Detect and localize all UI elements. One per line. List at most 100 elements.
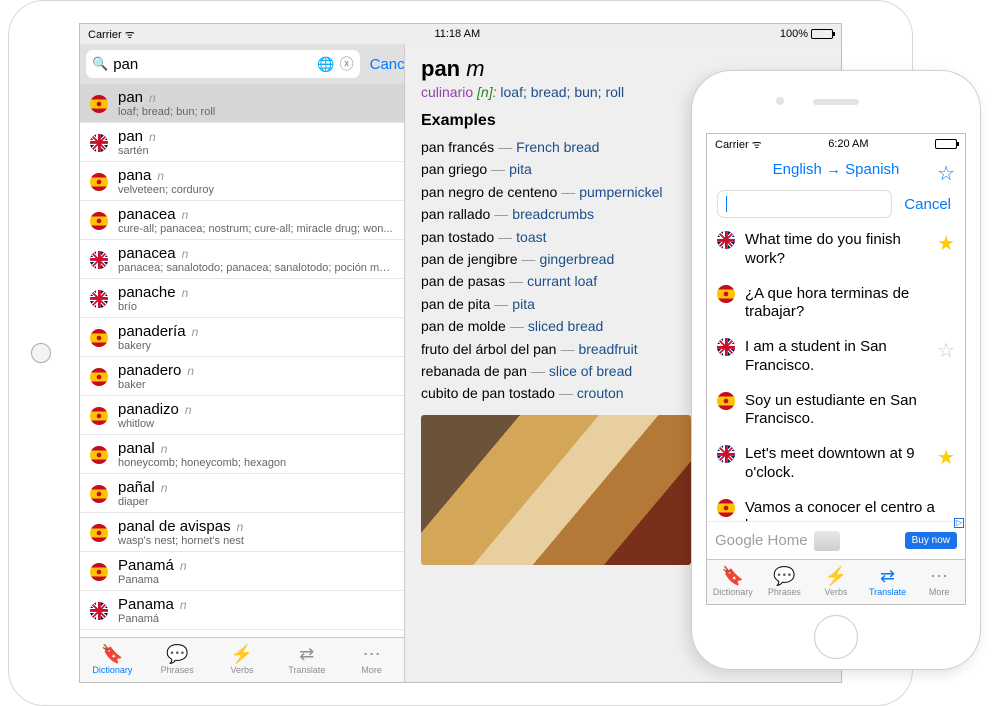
list-pos: n (182, 286, 189, 300)
list-word: panadería (118, 323, 186, 340)
example-translation: crouton (577, 385, 624, 401)
list-pos: n (149, 91, 156, 105)
headword-pos: m (466, 56, 484, 81)
list-item[interactable]: panal de avispas n wasp's nest; hornet's… (80, 513, 404, 552)
dash-separator: — (509, 273, 523, 289)
example-translation: pita (512, 296, 535, 312)
ad-banner[interactable]: Google Home Buy now ▷ (707, 521, 965, 559)
example-source: rebanada de pan (421, 363, 527, 379)
tab-more[interactable]: ⋯More (339, 638, 404, 682)
list-item[interactable]: pan n loaf; bread; bun; roll (80, 84, 404, 123)
tab-phrases[interactable]: 💬 Phrases (145, 638, 210, 682)
list-item-text: panacea n cure-all; panacea; nostrum; cu… (118, 206, 394, 235)
list-word: panadizo (118, 401, 179, 418)
list-item[interactable]: panadizo n whitlow (80, 396, 404, 435)
tab-dictionary[interactable]: 🔖Dictionary (80, 638, 145, 682)
favorite-icon[interactable]: ☆ (937, 161, 955, 186)
example-source: pan negro de centeno (421, 184, 557, 200)
tab-translate[interactable]: ⇄Translate (862, 560, 914, 604)
spain-flag-icon (90, 329, 108, 347)
phrase-item[interactable]: I am a student in San Francisco.☆ (707, 330, 965, 384)
tab-label: Phrases (161, 665, 194, 675)
iphone-home-button[interactable] (814, 615, 858, 659)
list-item[interactable]: panadero n baker (80, 357, 404, 396)
list-pos: n (185, 403, 192, 417)
cancel-button[interactable]: Cancel (900, 196, 955, 213)
list-def: diaper (118, 496, 394, 508)
phrase-item[interactable]: Let's meet downtown at 9 o'clock.★ (707, 437, 965, 491)
list-item[interactable]: panal n honeycomb; honeycomb; hexagon (80, 435, 404, 474)
list-def: honeycomb; honeycomb; hexagon (118, 457, 394, 469)
spain-flag-icon (90, 212, 108, 230)
star-icon[interactable]: ★ (937, 445, 955, 470)
list-word: pan (118, 128, 143, 145)
tab-verbs[interactable]: ⚡Verbs (210, 638, 275, 682)
spain-flag-icon (717, 285, 735, 303)
clear-icon[interactable]: ⓧ (340, 54, 354, 74)
tab-translate[interactable]: ⇄ Translate (274, 638, 339, 682)
list-item-text: pan n sartén (118, 128, 394, 157)
language-header[interactable]: English → Spanish ☆ (707, 154, 965, 185)
phrases-icon: 💬 (166, 645, 188, 663)
list-item[interactable]: pana n velveteen; corduroy (80, 162, 404, 201)
tab-label: Translate (288, 665, 325, 675)
list-item[interactable]: pan n sartén (80, 123, 404, 162)
search-input[interactable] (113, 56, 312, 73)
list-item[interactable]: pañal n diaper (80, 474, 404, 513)
phrase-item[interactable]: What time do you finish work? ★ (707, 223, 965, 277)
tab-dictionary[interactable]: 🔖Dictionary (707, 560, 759, 604)
translate-icon: ⇄ (299, 645, 314, 663)
uk-flag-icon (90, 602, 108, 620)
iphone-frame: Carrier ᯤ 6:20 AM English → Spanish ☆ Ca… (691, 70, 981, 670)
wifi-icon: ᯤ (125, 29, 135, 41)
tab-more[interactable]: ⋯More (913, 560, 965, 604)
star-icon[interactable]: ☆ (937, 338, 955, 363)
list-item[interactable]: Panamanian a, n panameño; panameño; pana… (80, 630, 404, 637)
list-def: loaf; bread; bun; roll (118, 106, 394, 118)
spain-flag-icon (90, 95, 108, 113)
tab-verbs[interactable]: ⚡Verbs (810, 560, 862, 604)
phone-search-field[interactable] (717, 190, 892, 218)
list-pos: n (180, 598, 187, 612)
search-field[interactable]: 🔍 🌐 ⓧ (86, 50, 360, 78)
star-icon[interactable]: ★ (937, 231, 955, 256)
list-item[interactable]: panacea n cure-all; panacea; nostrum; cu… (80, 201, 404, 240)
list-item[interactable]: panache n brío (80, 279, 404, 318)
phrase-list[interactable]: What time do you finish work? ★ ¿A que ho… (707, 223, 965, 521)
iphone-status-bar: Carrier ᯤ 6:20 AM (707, 134, 965, 154)
phrase-item[interactable]: ¿A que hora terminas de trabajar? (707, 277, 965, 331)
list-item[interactable]: Panamá n Panama (80, 552, 404, 591)
tab-label: Verbs (824, 587, 847, 597)
dash-separator: — (510, 318, 524, 334)
ad-info-icon[interactable]: ▷ (954, 518, 964, 528)
spain-flag-icon (717, 392, 735, 410)
list-item[interactable]: Panama n Panamá (80, 591, 404, 630)
globe-icon[interactable]: 🌐 (317, 56, 334, 73)
results-list[interactable]: pan n loaf; bread; bun; roll pan n sarté… (80, 84, 404, 637)
uk-flag-icon (717, 231, 735, 249)
dash-separator: — (494, 296, 508, 312)
search-pane: 🔍 🌐 ⓧ Cancel pan n loaf; bread; bun; rol… (80, 44, 405, 682)
list-pos: n (161, 442, 168, 456)
example-source: pan de pita (421, 296, 490, 312)
phrase-text: What time do you finish work? (745, 231, 927, 269)
tab-label: Verbs (230, 665, 253, 675)
list-item-text: panache n brío (118, 284, 394, 313)
tab-phrases[interactable]: 💬Phrases (759, 560, 811, 604)
ad-cta-button[interactable]: Buy now (905, 532, 957, 549)
example-translation: breadfruit (578, 341, 637, 357)
dash-separator: — (491, 161, 505, 177)
list-def: baker (118, 379, 394, 391)
list-item[interactable]: panadería n bakery (80, 318, 404, 357)
dash-separator: — (494, 206, 508, 222)
uk-flag-icon (90, 251, 108, 269)
phrase-item[interactable]: Vamos a conocer el centro a las nueve. (707, 491, 965, 522)
phrase-item[interactable]: Soy un estudiante en San Francisco. (707, 384, 965, 438)
list-item-text: panal de avispas n wasp's nest; hornet's… (118, 518, 394, 547)
example-source: fruto del árbol del pan (421, 341, 556, 357)
list-item-text: Panama n Panamá (118, 596, 394, 625)
list-item[interactable]: panacea n panacea; sanalotodo; panacea; … (80, 240, 404, 279)
translate-icon: ⇄ (880, 567, 895, 585)
ipad-home-button[interactable] (31, 343, 51, 363)
phrases-icon: 💬 (773, 567, 795, 585)
